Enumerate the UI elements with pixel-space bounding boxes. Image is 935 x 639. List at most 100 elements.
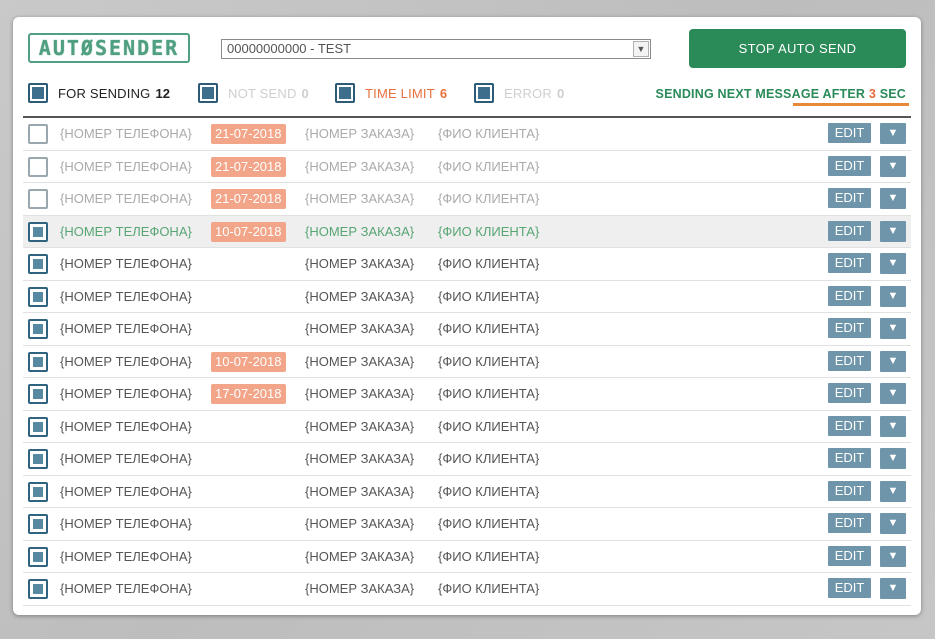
table-row[interactable]: {НОМЕР ТЕЛЕФОНА} {НОМЕР ЗАКАЗА} {ФИО КЛИЕН…	[23, 443, 911, 476]
phone-cell: {НОМЕР ТЕЛЕФОНА}	[60, 126, 192, 141]
row-checkbox[interactable]	[28, 384, 48, 404]
edit-button[interactable]: EDIT	[828, 253, 871, 273]
phone-cell: {НОМЕР ТЕЛЕФОНА}	[60, 483, 192, 499]
table-row[interactable]: {НОМЕР ТЕЛЕФОНА} {НОМЕР ЗАКАЗА} {ФИО КЛИЕН…	[23, 281, 911, 313]
client-cell: {ФИО КЛИЕНТА}	[438, 256, 540, 271]
client-cell: {ФИО КЛИЕНТА}	[438, 516, 540, 531]
dropdown-arrow-icon[interactable]: ▼	[880, 123, 906, 144]
edit-button[interactable]: EDIT	[828, 480, 871, 501]
filter-count: 0	[301, 85, 309, 101]
filter-not-send[interactable]: NOT SEND 0	[198, 83, 309, 103]
order-cell: {НОМЕР ЗАКАЗА}	[305, 353, 415, 369]
order-cell: {НОМЕР ЗАКАЗА}	[305, 288, 415, 304]
order-cell: {НОМЕР ЗАКАЗА}	[305, 516, 415, 531]
date-badge: 10-07-2018	[211, 221, 286, 242]
order-cell: {НОМЕР ЗАКАЗА}	[305, 548, 415, 564]
edit-button[interactable]: EDIT	[828, 220, 871, 241]
table-row[interactable]: {НОМЕР ТЕЛЕФОНА} {НОМЕР ЗАКАЗА} {ФИО КЛИЕН…	[23, 476, 911, 508]
table-row[interactable]: {НОМЕР ТЕЛЕФОНА} {НОМЕР ЗАКАЗА} {ФИО КЛИЕН…	[23, 313, 911, 346]
edit-button[interactable]: EDIT	[828, 285, 871, 306]
dropdown-arrow-icon[interactable]: ▼	[880, 155, 906, 177]
dropdown-arrow-icon[interactable]: ▼	[880, 188, 906, 209]
row-checkbox[interactable]	[28, 189, 48, 209]
edit-button[interactable]: EDIT	[828, 415, 871, 436]
edit-button[interactable]: EDIT	[828, 448, 871, 468]
table-row[interactable]: {НОМЕР ТЕЛЕФОНА} 10-07-2018 {НОМЕР ЗАКАЗА}…	[23, 346, 911, 378]
client-cell: {ФИО КЛИЕНТА}	[438, 321, 540, 336]
filter-checkbox[interactable]	[474, 83, 494, 103]
phone-cell: {НОМЕР ТЕЛЕФОНА}	[60, 321, 192, 336]
app-logo: AUTØSENDER	[28, 33, 190, 63]
edit-button[interactable]: EDIT	[828, 578, 871, 598]
phone-cell: {НОМЕР ТЕЛЕФОНА}	[60, 581, 192, 596]
row-checkbox[interactable]	[28, 124, 48, 144]
edit-button[interactable]: EDIT	[828, 513, 871, 533]
dropdown-arrow-icon[interactable]: ▼	[880, 448, 906, 469]
table-row[interactable]: {НОМЕР ТЕЛЕФОНА} {НОМЕР ЗАКАЗА} {ФИО КЛИЕН…	[23, 411, 911, 443]
dropdown-arrow-icon[interactable]: ▼	[880, 415, 906, 437]
edit-button[interactable]: EDIT	[828, 383, 871, 403]
order-cell: {НОМЕР ЗАКАЗА}	[305, 223, 415, 239]
order-cell: {НОМЕР ЗАКАЗА}	[305, 321, 415, 336]
dropdown-arrow-icon[interactable]: ▼	[880, 220, 906, 242]
row-checkbox[interactable]	[28, 351, 48, 372]
phone-cell: {НОМЕР ТЕЛЕФОНА}	[60, 548, 192, 564]
row-checkbox[interactable]	[28, 579, 48, 599]
table-row[interactable]: {НОМЕР ТЕЛЕФОНА} 17-07-2018 {НОМЕР ЗАКАЗА}…	[23, 378, 911, 411]
table-row[interactable]: {НОМЕР ТЕЛЕФОНА} {НОМЕР ЗАКАЗА} {ФИО КЛИЕН…	[23, 573, 911, 606]
row-checkbox[interactable]	[28, 416, 48, 437]
edit-button[interactable]: EDIT	[828, 155, 871, 176]
dropdown-arrow-icon[interactable]: ▼	[880, 545, 906, 567]
dropdown-arrow-icon[interactable]: ▼	[880, 383, 906, 404]
row-checkbox[interactable]	[28, 319, 48, 339]
stop-auto-send-button[interactable]: STOP AUTO SEND	[689, 29, 906, 68]
account-select[interactable]: 00000000000 - TEST ▼	[221, 39, 651, 59]
edit-button[interactable]: EDIT	[828, 350, 871, 371]
dropdown-arrow-icon[interactable]: ▼	[880, 578, 906, 599]
filter-error[interactable]: ERROR 0	[474, 83, 564, 103]
table-row[interactable]: {НОМЕР ТЕЛЕФОНА} {НОМЕР ЗАКАЗА} {ФИО КЛИЕН…	[23, 508, 911, 541]
row-checkbox[interactable]	[28, 156, 48, 177]
filter-checkbox[interactable]	[28, 83, 48, 103]
filter-time-limit[interactable]: TIME LIMIT 6	[335, 83, 447, 103]
dropdown-arrow-icon[interactable]: ▼	[880, 253, 906, 274]
row-checkbox[interactable]	[28, 449, 48, 469]
row-checkbox[interactable]	[28, 254, 48, 274]
filter-count: 0	[556, 85, 565, 101]
table-row[interactable]: {НОМЕР ТЕЛЕФОНА} {НОМЕР ЗАКАЗА} {ФИО КЛИЕН…	[23, 541, 911, 573]
table-row[interactable]: {НОМЕР ТЕЛЕФОНА} 21-07-2018 {НОМЕР ЗАКАЗА}…	[23, 183, 911, 216]
phone-cell: {НОМЕР ТЕЛЕФОНА}	[60, 158, 192, 174]
dropdown-arrow-icon[interactable]: ▼	[880, 480, 906, 502]
filter-checkbox[interactable]	[198, 83, 218, 103]
edit-button[interactable]: EDIT	[828, 545, 871, 566]
table-row[interactable]: {НОМЕР ТЕЛЕФОНА} 21-07-2018 {НОМЕР ЗАКАЗА}…	[23, 151, 911, 183]
filter-checkbox[interactable]	[335, 83, 355, 103]
order-cell: {НОМЕР ЗАКАЗА}	[305, 256, 415, 271]
order-cell: {НОМЕР ЗАКАЗА}	[305, 386, 415, 401]
row-checkbox[interactable]	[28, 514, 48, 534]
client-cell: {ФИО КЛИЕНТА}	[438, 386, 540, 401]
row-checkbox[interactable]	[28, 221, 48, 242]
table-row[interactable]: {НОМЕР ТЕЛЕФОНА} {НОМЕР ЗАКАЗА} {ФИО КЛИЕН…	[23, 248, 911, 281]
message-list: {НОМЕР ТЕЛЕФОНА} 21-07-2018 {НОМЕР ЗАКАЗА}…	[23, 118, 911, 606]
table-row[interactable]: {НОМЕР ТЕЛЕФОНА} 21-07-2018 {НОМЕР ЗАКАЗА}…	[23, 118, 911, 151]
table-row[interactable]: {НОМЕР ТЕЛЕФОНА} 10-07-2018 {НОМЕР ЗАКАЗА}…	[23, 215, 911, 248]
dropdown-arrow-icon[interactable]: ▼	[880, 513, 906, 534]
row-checkbox[interactable]	[28, 286, 48, 307]
edit-button[interactable]: EDIT	[828, 123, 871, 143]
edit-button[interactable]: EDIT	[828, 188, 871, 208]
row-checkbox[interactable]	[28, 546, 48, 567]
order-cell: {НОМЕР ЗАКАЗА}	[305, 418, 415, 434]
dropdown-arrow-icon[interactable]: ▼	[880, 285, 906, 307]
filter-for-sending[interactable]: FOR SENDING 12	[28, 83, 170, 103]
dropdown-arrow-icon[interactable]: ▼	[880, 318, 906, 339]
timer-underline	[793, 103, 909, 106]
chevron-down-icon[interactable]: ▼	[633, 41, 649, 57]
edit-button[interactable]: EDIT	[828, 318, 871, 338]
client-cell: {ФИО КЛИЕНТА}	[438, 223, 540, 239]
row-checkbox[interactable]	[28, 481, 48, 502]
filter-count: 12	[155, 85, 170, 101]
phone-cell: {НОМЕР ТЕЛЕФОНА}	[60, 418, 192, 434]
client-cell: {ФИО КЛИЕНТА}	[438, 548, 540, 564]
dropdown-arrow-icon[interactable]: ▼	[880, 350, 906, 372]
